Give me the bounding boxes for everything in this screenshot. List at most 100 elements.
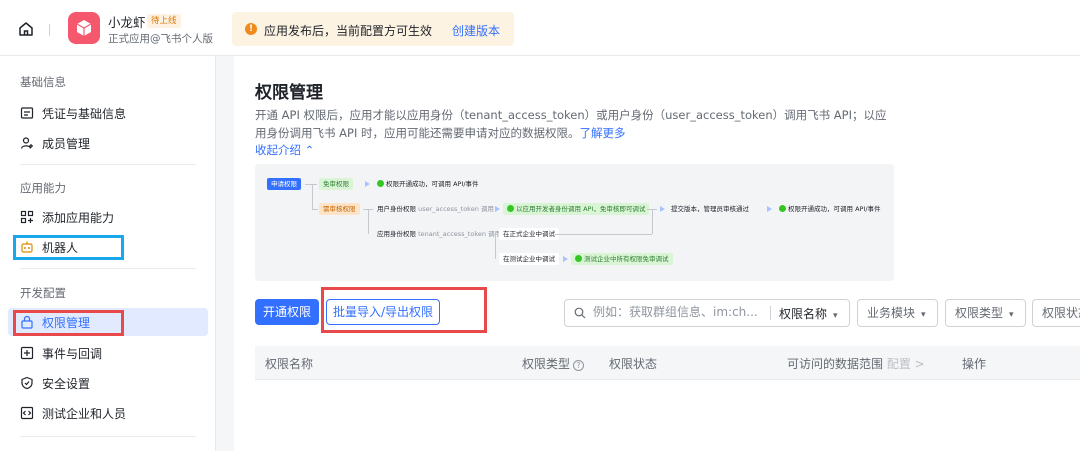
flow-no-review: 免审权限 (319, 178, 353, 190)
scope-config-link[interactable]: 配置 > (887, 357, 925, 371)
apps-add-icon (20, 210, 34, 224)
sidebar-item-label: 凭证与基础信息 (42, 106, 127, 121)
flow-success-2: 权限开通成功，可调用 API/事件 (775, 203, 885, 215)
flow-apply: 申请权限 (267, 178, 301, 190)
flow-success-2-text: 权限开通成功，可调用 API/事件 (788, 205, 881, 213)
sidebar-item-events[interactable]: 事件与回调 (8, 339, 208, 367)
col-action: 操作 (962, 357, 987, 371)
flow-connector (368, 209, 369, 234)
page-title: 权限管理 (255, 83, 323, 103)
sidebar-divider (20, 436, 196, 437)
flow-user-perm: 用户身份权限 user_access_token 调用 (373, 203, 498, 215)
description-text: 开通 API 权限后，应用才能以应用身份（tenant_access_token… (255, 108, 887, 140)
section-title-dev: 开发配置 (20, 286, 66, 300)
permission-search: 权限名称 ▾ (564, 299, 850, 327)
app-status-badge: 待上线 (147, 14, 181, 28)
flow-test-free: 测试企业中所有权限免审调试 (571, 253, 673, 265)
sidebar-item-label: 成员管理 (42, 136, 91, 151)
flow-debug-formal: 在正式企业中调试 (499, 228, 559, 240)
filter-permission-status[interactable]: 权限状态 (1032, 299, 1080, 327)
event-icon (20, 346, 34, 360)
chevron-down-icon: ▾ (833, 311, 838, 321)
notice-text: 应用发布后，当前配置方可生效 (264, 24, 433, 38)
warning-icon: ! (245, 23, 257, 35)
filter-label: 业务模块 (867, 306, 916, 320)
app-subtitle: 正式应用@飞书个人版 (108, 33, 213, 45)
search-icon (574, 307, 586, 319)
search-type-label: 权限名称 (779, 307, 828, 321)
publish-notice: ! 应用发布后，当前配置方可生效 创建版本 (232, 12, 514, 46)
app-name: 小龙虾 (108, 15, 146, 30)
check-icon (377, 180, 384, 187)
sidebar-item-add-capability[interactable]: 添加应用能力 (8, 203, 208, 231)
sidebar-item-label: 事件与回调 (42, 346, 103, 361)
col-scope: 可访问的数据范围 配置 > (787, 355, 925, 372)
top-bar: 小龙虾 待上线 正式应用@飞书个人版 ! 应用发布后，当前配置方可生效 创建版本 (0, 0, 1080, 56)
enable-permission-button[interactable]: 开通权限 (255, 299, 319, 325)
flow-user-perm-text: 用户身份权限 (377, 205, 416, 213)
section-title-capability: 应用能力 (20, 181, 66, 195)
filter-label: 权限类型 (955, 306, 1004, 320)
learn-more-link[interactable]: 了解更多 (580, 126, 626, 140)
cube-icon (76, 20, 92, 36)
flow-dev-call: 以应用开发者身份调用 API，免审核即可调试 (503, 203, 650, 215)
divider (49, 24, 50, 36)
sidebar-item-label: 安全设置 (42, 376, 91, 391)
flow-connector (312, 209, 318, 210)
col-type: 权限类型? (522, 355, 585, 372)
sidebar-item-label: 测试企业和人员 (42, 406, 127, 421)
highlight-box-permissions (13, 310, 124, 336)
sidebar-item-credentials[interactable]: 凭证与基础信息 (8, 99, 208, 127)
search-input[interactable] (593, 305, 763, 319)
flow-connector (555, 234, 652, 235)
page-description: 开通 API 权限后，应用才能以应用身份（tenant_access_token… (255, 106, 895, 142)
collapse-label: 收起介绍 (255, 143, 301, 157)
filter-business-module[interactable]: 业务模块 ▾ (857, 299, 938, 327)
card-icon (20, 106, 34, 120)
flow-arrow (563, 256, 568, 262)
user-add-icon (20, 136, 34, 150)
col-scope-label: 可访问的数据范围 (787, 357, 884, 371)
flow-app-perm-text: 应用身份权限 (377, 230, 416, 238)
col-status: 权限状态 (609, 357, 658, 371)
highlight-box-bot (13, 235, 124, 260)
create-version-link[interactable]: 创建版本 (452, 22, 500, 39)
help-icon[interactable]: ? (573, 360, 585, 371)
chevron-up-icon: ⌃ (304, 143, 315, 157)
sidebar-item-label: 添加应用能力 (42, 210, 115, 225)
flow-success-1-text: 权限开通成功，可调用 API/事件 (386, 180, 479, 188)
sidebar-divider (20, 268, 196, 269)
filter-label: 权限状态 (1042, 306, 1080, 320)
sidebar-item-security[interactable]: 安全设置 (8, 369, 208, 397)
content-gutter (216, 56, 234, 451)
flow-connector (652, 209, 653, 234)
flow-test-free-text: 测试企业中所有权限免审调试 (584, 255, 669, 263)
flow-need-review: 需审核权限 (319, 203, 360, 215)
flow-success-1: 权限开通成功，可调用 API/事件 (373, 178, 483, 190)
app-logo (68, 12, 100, 44)
collapse-intro-link[interactable]: 收起介绍 ⌃ (255, 142, 314, 158)
home-icon[interactable] (18, 21, 34, 37)
col-name: 权限名称 (265, 357, 314, 371)
sidebar-item-members[interactable]: 成员管理 (8, 129, 208, 157)
flow-arrow (767, 206, 772, 212)
flow-arrow (495, 206, 500, 212)
flow-dev-call-text: 以应用开发者身份调用 API，免审核即可调试 (516, 205, 646, 213)
flow-connector (305, 184, 317, 185)
code-icon (20, 406, 34, 420)
filter-permission-type[interactable]: 权限类型 ▾ (945, 299, 1026, 327)
flow-app-perm: 应用身份权限 tenant_access_token 调用 (373, 228, 505, 240)
sidebar-item-test[interactable]: 测试企业和人员 (8, 399, 208, 427)
flow-connector (495, 234, 496, 259)
search-type-select[interactable]: 权限名称 ▾ (779, 305, 838, 322)
flow-connector (312, 184, 313, 209)
check-icon (779, 205, 786, 212)
flow-submit: 提交版本，管理员审核通过 (671, 205, 749, 213)
table-header: 权限名称 权限类型? 权限状态 可访问的数据范围 配置 > 操作 (255, 346, 1080, 380)
main-content: 权限管理 开通 API 权限后，应用才能以应用身份（tenant_access_… (234, 58, 1080, 451)
flow-arrow (660, 206, 665, 212)
section-title-basic: 基础信息 (20, 75, 66, 89)
highlight-box-import (321, 287, 487, 333)
sidebar-divider (20, 164, 196, 165)
flow-tenant-token: tenant_access_token 调用 (418, 230, 502, 238)
